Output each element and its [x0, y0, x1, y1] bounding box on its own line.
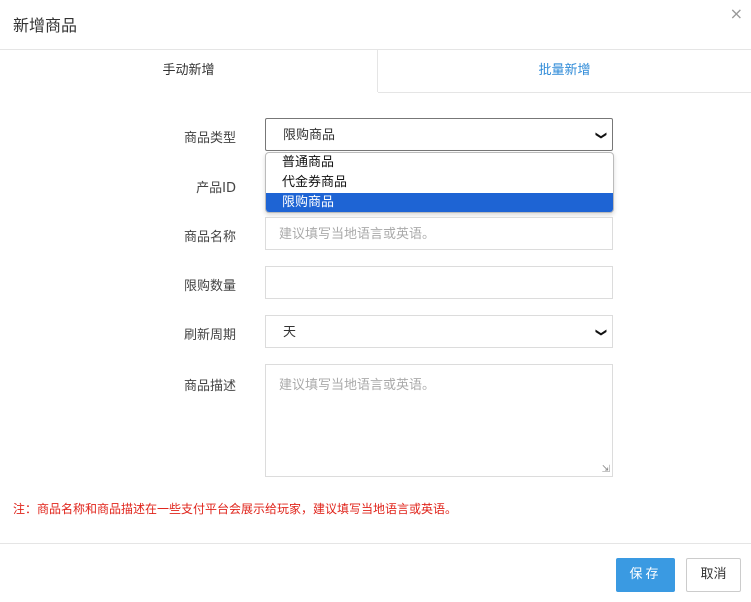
dialog-title: 新增商品: [13, 16, 78, 35]
resize-handle-icon[interactable]: ⇲: [602, 464, 610, 475]
tab-batch-add[interactable]: 批量新增: [378, 50, 751, 93]
tab-manual-add[interactable]: 手动新增: [0, 50, 378, 92]
tab-bar: 手动新增 批量新增: [0, 49, 751, 93]
description-label: 商品描述: [183, 379, 236, 394]
limit-quantity-label: 限购数量: [183, 279, 236, 294]
cancel-button[interactable]: 取消: [686, 558, 741, 592]
save-button[interactable]: 保存: [616, 558, 675, 592]
product-name-input[interactable]: 建议填写当地语言或英语。: [265, 217, 613, 250]
option-normal-product[interactable]: 普通商品: [266, 153, 613, 173]
description-placeholder: 建议填写当地语言或英语。: [279, 378, 436, 393]
chevron-down-icon: ❯: [594, 130, 608, 141]
warning-note: 注：商品名称和商品描述在一些支付平台会展示给玩家，建议填写当地语言或英语。: [13, 502, 458, 516]
close-icon[interactable]: ×: [730, 4, 743, 23]
product-name-label: 商品名称: [183, 230, 236, 245]
refresh-cycle-label: 刷新周期: [183, 328, 236, 343]
chevron-down-icon: ❯: [594, 327, 608, 338]
product-type-value: 限购商品: [283, 128, 336, 143]
product-type-dropdown: 普通商品 代金券商品 限购商品: [265, 152, 614, 213]
limit-quantity-input[interactable]: [265, 266, 613, 299]
refresh-cycle-select[interactable]: 天 ❯: [265, 315, 613, 348]
product-name-placeholder: 建议填写当地语言或英语。: [279, 227, 436, 242]
option-limited-product[interactable]: 限购商品: [266, 193, 613, 212]
description-textarea[interactable]: 建议填写当地语言或英语。 ⇲: [265, 364, 613, 477]
add-product-dialog: 新增商品 × 手动新增 批量新增 商品类型 限购商品 ❯ 产品ID 普通商品 代…: [0, 0, 751, 602]
product-type-label: 商品类型: [183, 131, 236, 146]
option-voucher-product[interactable]: 代金券商品: [266, 173, 613, 193]
refresh-cycle-value: 天: [283, 325, 297, 340]
footer-divider: [0, 543, 751, 544]
product-id-label: 产品ID: [196, 181, 236, 196]
product-type-select[interactable]: 限购商品 ❯: [265, 118, 613, 151]
